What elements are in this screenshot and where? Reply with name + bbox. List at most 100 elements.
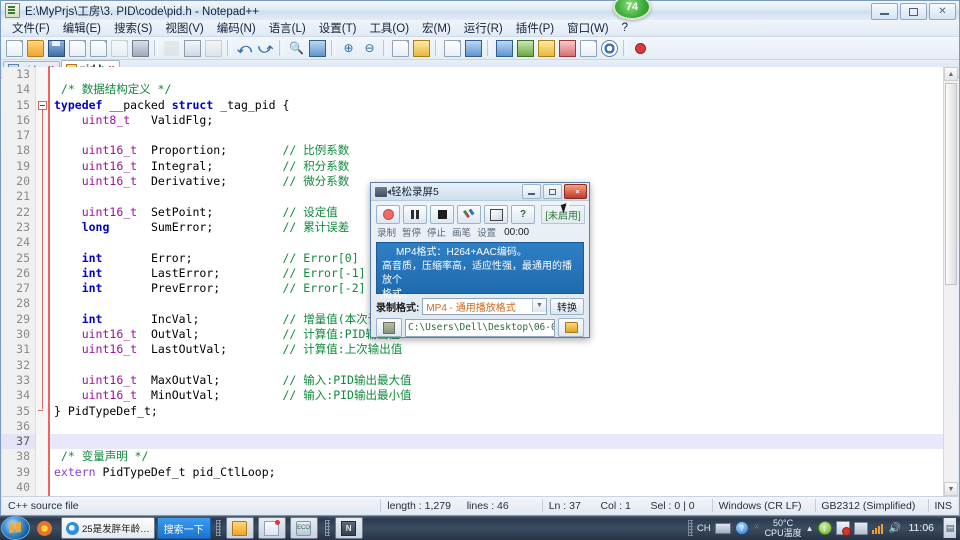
recorder-title-bar[interactable]: 轻松录屏5 ✕ — [371, 183, 589, 201]
status-sel: Sel : 0 | 0 — [650, 499, 695, 512]
taskbar-app-explorer[interactable] — [225, 517, 254, 539]
minimize-button[interactable] — [871, 3, 898, 20]
taskbar-app-notepad[interactable] — [257, 517, 286, 539]
fold-margin[interactable] — [36, 67, 50, 496]
cpu-temperature-widget[interactable]: 50°C CPU温度 — [765, 518, 802, 538]
format-select[interactable]: MP4 - 通用播放格式 ▼ — [422, 298, 547, 315]
ime-indicator[interactable]: CH — [697, 523, 711, 534]
help-button[interactable]: ? — [511, 205, 535, 224]
macro-record-icon[interactable] — [630, 38, 651, 58]
scroll-down-arrow[interactable]: ▼ — [944, 482, 958, 496]
tray-overflow-icon[interactable]: ⁙ — [753, 523, 761, 533]
update-icon[interactable]: ↓ — [817, 521, 832, 535]
zoom-out-icon[interactable]: ⊖ — [359, 38, 380, 58]
pen-button[interactable] — [457, 205, 481, 224]
title-bar[interactable]: E:\MyPrjs\工房\3. PID\code\pid.h - Notepad… — [1, 1, 959, 20]
toolbar-grip[interactable] — [215, 520, 221, 536]
save-path-field[interactable]: C:\Users\Dell\Desktop\06-01-11_0 — [405, 318, 555, 337]
menu-language[interactable]: 语言(L) — [263, 19, 313, 37]
show-hidden-icons-icon[interactable]: ▲ — [806, 524, 814, 533]
status-eol: Windows (CR LF) — [718, 499, 802, 512]
chevron-down-icon[interactable]: ▼ — [532, 299, 546, 312]
browse-folder-button[interactable] — [558, 318, 584, 337]
sync-horizontal-icon[interactable] — [411, 38, 432, 58]
show-all-chars-icon[interactable] — [463, 38, 484, 58]
save-all-icon[interactable] — [67, 38, 88, 58]
keyboard-icon[interactable] — [714, 522, 731, 534]
line-number: 19 — [16, 158, 30, 173]
recorder-title: 轻松录屏5 — [391, 186, 439, 198]
close-button[interactable]: ✕ — [929, 3, 956, 20]
recorder-timer: 00:00 — [504, 226, 530, 238]
line-number: 39 — [16, 464, 30, 479]
taskbar-app-notepad-plus-plus[interactable]: N — [334, 517, 363, 539]
help-circle-icon[interactable]: ? — [734, 521, 749, 535]
function-list-icon[interactable] — [557, 38, 578, 58]
indent-guide-icon[interactable] — [494, 38, 515, 58]
menu-encoding[interactable]: 编码(N) — [211, 19, 263, 37]
menu-edit[interactable]: 编辑(E) — [57, 19, 108, 37]
scroll-up-arrow[interactable]: ▲ — [944, 67, 958, 81]
close-file-icon[interactable] — [88, 38, 109, 58]
taskbar-clock[interactable]: 11:06 — [906, 522, 938, 534]
zoom-in-icon[interactable]: ⊕ — [338, 38, 359, 58]
record-button[interactable] — [376, 205, 400, 224]
save-path-button[interactable] — [376, 318, 402, 337]
taskbar-item-browser[interactable]: 25是发胖年龄… — [61, 517, 155, 539]
recorder-minimize-button[interactable] — [522, 184, 541, 199]
volume-icon[interactable]: 🔊 — [889, 523, 902, 534]
menu-window[interactable]: 窗口(W) — [561, 19, 616, 37]
menu-help[interactable]: ? — [616, 21, 635, 35]
maximize-button[interactable] — [900, 3, 927, 20]
convert-button[interactable]: 转换 — [550, 298, 584, 315]
security-shield-icon[interactable] — [835, 521, 851, 536]
replace-icon[interactable] — [307, 38, 328, 58]
redo-icon[interactable]: ⤻ — [255, 38, 276, 58]
vertical-scrollbar[interactable]: ▲ ▼ — [943, 67, 958, 496]
toolbar-grip[interactable] — [324, 520, 330, 536]
open-file-icon[interactable] — [25, 38, 46, 58]
network-bars-icon[interactable] — [871, 523, 885, 534]
paste-icon[interactable] — [203, 38, 224, 58]
settings-label: 设置 — [477, 228, 497, 239]
new-file-icon[interactable] — [4, 38, 25, 58]
menu-macro[interactable]: 宏(M) — [416, 19, 458, 37]
menu-plugins[interactable]: 插件(P) — [510, 19, 561, 37]
copy-icon[interactable] — [182, 38, 203, 58]
close-all-icon[interactable] — [109, 38, 130, 58]
folder-workspace-icon[interactable] — [578, 38, 599, 58]
scrollbar-thumb[interactable] — [945, 83, 957, 285]
settings-button[interactable] — [484, 205, 508, 224]
menu-view[interactable]: 视图(V) — [159, 19, 210, 37]
firefox-icon[interactable] — [37, 520, 52, 536]
menu-run[interactable]: 运行(R) — [458, 19, 510, 37]
pause-label: 暂停 — [402, 228, 422, 239]
windows-start-button[interactable] — [1, 516, 30, 540]
menu-file[interactable]: 文件(F) — [6, 19, 57, 37]
save-icon[interactable] — [46, 38, 67, 58]
recorder-close-button[interactable]: ✕ — [564, 184, 587, 199]
cut-icon[interactable] — [161, 38, 182, 58]
recorder-status-field: [未启用] — [541, 203, 585, 224]
undo-icon[interactable]: ⤺ — [234, 38, 255, 58]
fold-toggle[interactable] — [38, 100, 47, 110]
word-wrap-icon[interactable] — [442, 38, 463, 58]
find-icon[interactable]: 🔍 — [286, 38, 307, 58]
pause-button[interactable] — [403, 205, 427, 224]
stop-button[interactable] — [430, 205, 454, 224]
menu-tools[interactable]: 工具(O) — [363, 19, 416, 37]
monitoring-icon[interactable] — [599, 38, 620, 58]
sync-vertical-icon[interactable] — [390, 38, 411, 58]
document-map-icon[interactable] — [536, 38, 557, 58]
tray-grip[interactable] — [687, 520, 693, 536]
menu-settings[interactable]: 设置(T) — [313, 19, 364, 37]
search-button[interactable]: 搜索一下 — [156, 517, 211, 539]
print-icon[interactable] — [130, 38, 151, 58]
taskbar-app-eco[interactable]: ECO — [289, 517, 318, 539]
show-desktop-button[interactable]: ▤ — [943, 518, 956, 538]
user-define-dialog-icon[interactable] — [515, 38, 536, 58]
device-icon[interactable] — [853, 521, 868, 535]
recorder-maximize-button[interactable] — [543, 184, 562, 199]
menu-search[interactable]: 搜索(S) — [108, 19, 159, 37]
screen-recorder-dialog[interactable]: 轻松录屏5 ✕ ? [未启用] 录制 暂停 停止 画笔 设置 00:00 MP4… — [370, 182, 590, 338]
